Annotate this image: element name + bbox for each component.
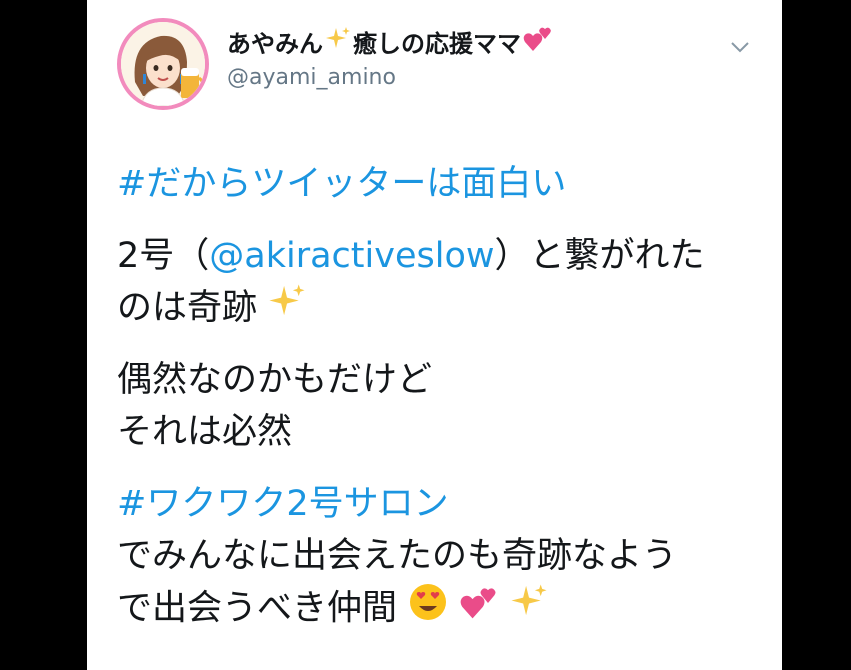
text-line: それは必然 bbox=[117, 412, 293, 452]
text-line: のは奇跡 bbox=[117, 282, 767, 334]
avatar[interactable] bbox=[117, 18, 209, 110]
handle[interactable]: @ayami_amino bbox=[227, 65, 396, 90]
text-line: #ワクワク2号サロン bbox=[117, 478, 767, 530]
display-name-text: あやみん bbox=[227, 30, 323, 58]
tweet-card: あやみん 癒しの応援ママ @ayami_amino #だからツイッターは面白い … bbox=[87, 0, 782, 670]
chevron-down-icon[interactable] bbox=[729, 36, 751, 58]
two-hearts-icon bbox=[459, 584, 499, 636]
sparkles-icon bbox=[268, 283, 306, 336]
two-hearts-icon bbox=[523, 25, 553, 59]
sparkles-icon bbox=[325, 26, 351, 58]
hashtag-link[interactable]: #ワクワク2号サロン bbox=[117, 484, 449, 524]
text-line: 偶然なのかもだけど bbox=[117, 360, 433, 400]
heart-eyes-icon bbox=[408, 582, 448, 637]
text-line: #だからツイッターは面白い bbox=[117, 158, 767, 210]
text-segment: 2号（ bbox=[117, 236, 210, 276]
hashtag-link[interactable]: #だからツイッターは面白い bbox=[117, 164, 566, 204]
tweet-text: #だからツイッターは面白い 2号（@akiractiveslow）と繋がれた の… bbox=[117, 158, 767, 634]
avatar-illustration bbox=[121, 22, 205, 106]
display-name[interactable]: あやみん 癒しの応援ママ bbox=[227, 24, 553, 59]
display-name-suffix: 癒しの応援ママ bbox=[353, 30, 521, 58]
text-line: でみんなに出会えたのも奇跡なよう bbox=[117, 536, 678, 576]
sparkles-icon bbox=[510, 583, 548, 636]
mention-link[interactable]: @akiractiveslow bbox=[209, 236, 494, 276]
text-segment: で出会うべき仲間 bbox=[117, 588, 398, 629]
text-line: で出会うべき仲間 bbox=[117, 582, 767, 634]
text-segment: のは奇跡 bbox=[117, 288, 258, 328]
text-segment: ）と繋がれた bbox=[494, 236, 705, 276]
text-line: 2号（@akiractiveslow）と繋がれた bbox=[117, 230, 767, 282]
